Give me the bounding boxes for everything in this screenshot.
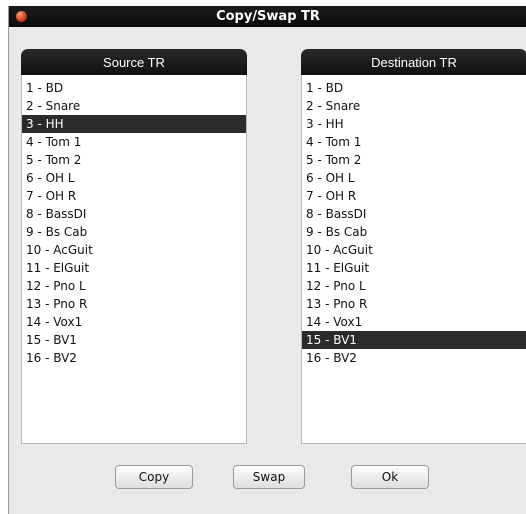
destination-tr-list-item[interactable]: 4 - Tom 1: [302, 133, 526, 151]
source-tr-panel: Source TR 1 - BD 2 - Snare 3 - HH 4 - Tom 1…: [21, 49, 247, 446]
source-tr-list-item[interactable]: 14 - Vox1: [22, 313, 246, 331]
destination-tr-list-item[interactable]: 6 - OH L: [302, 169, 526, 187]
source-tr-list-item[interactable]: 7 - OH R: [22, 187, 246, 205]
source-tr-header: Source TR: [21, 49, 247, 75]
destination-tr-list-item[interactable]: 15 - BV1: [302, 331, 526, 349]
source-tr-list-item[interactable]: 2 - Snare: [22, 97, 246, 115]
copy-swap-dialog: Copy/Swap TR Source TR 1 - BD 2 - Snare 3 …: [8, 6, 526, 514]
close-window-button[interactable]: [16, 11, 27, 22]
swap-button[interactable]: Swap: [233, 465, 305, 489]
destination-tr-list[interactable]: 1 - BD 2 - Snare 3 - HH 4 - Tom 15 - Tom 26…: [301, 75, 526, 444]
source-tr-list-item[interactable]: 5 - Tom 2: [22, 151, 246, 169]
destination-tr-list-item[interactable]: 8 - BassDI: [302, 205, 526, 223]
source-tr-list-item[interactable]: 16 - BV2: [22, 349, 246, 367]
window-title: Copy/Swap TR: [216, 9, 320, 24]
copy-button[interactable]: Copy: [115, 465, 193, 489]
destination-tr-list-item[interactable]: 9 - Bs Cab: [302, 223, 526, 241]
source-tr-list-item[interactable]: 8 - BassDI: [22, 205, 246, 223]
source-tr-list-item[interactable]: 15 - BV1: [22, 331, 246, 349]
source-tr-list-item[interactable]: 4 - Tom 1: [22, 133, 246, 151]
destination-tr-panel: Destination TR 1 - BD 2 - Snare 3 - HH 4 - …: [301, 49, 526, 446]
destination-tr-list-item[interactable]: 7 - OH R: [302, 187, 526, 205]
destination-tr-list-item[interactable]: 2 - Snare: [302, 97, 526, 115]
source-tr-list-item[interactable]: 1 - BD: [22, 79, 246, 97]
destination-tr-list-item[interactable]: 12 - Pno L: [302, 277, 526, 295]
destination-tr-header: Destination TR: [301, 49, 526, 75]
source-tr-list-item[interactable]: 10 - AcGuit: [22, 241, 246, 259]
source-tr-list[interactable]: 1 - BD 2 - Snare 3 - HH 4 - Tom 15 - Tom 26…: [21, 75, 247, 444]
destination-tr-list-item[interactable]: 1 - BD: [302, 79, 526, 97]
source-tr-list-item[interactable]: 6 - OH L: [22, 169, 246, 187]
ok-button[interactable]: Ok: [351, 465, 429, 489]
title-bar[interactable]: Copy/Swap TR: [9, 6, 526, 27]
destination-tr-list-item[interactable]: 10 - AcGuit: [302, 241, 526, 259]
source-tr-list-item[interactable]: 13 - Pno R: [22, 295, 246, 313]
destination-tr-list-item[interactable]: 14 - Vox1: [302, 313, 526, 331]
source-tr-list-item[interactable]: 12 - Pno L: [22, 277, 246, 295]
source-tr-list-item[interactable]: 3 - HH: [22, 115, 246, 133]
destination-tr-list-item[interactable]: 3 - HH: [302, 115, 526, 133]
source-tr-list-item[interactable]: 9 - Bs Cab: [22, 223, 246, 241]
destination-tr-list-item[interactable]: 16 - BV2: [302, 349, 526, 367]
destination-tr-list-item[interactable]: 5 - Tom 2: [302, 151, 526, 169]
source-tr-list-item[interactable]: 11 - ElGuit: [22, 259, 246, 277]
destination-tr-list-item[interactable]: 11 - ElGuit: [302, 259, 526, 277]
destination-tr-list-item[interactable]: 13 - Pno R: [302, 295, 526, 313]
